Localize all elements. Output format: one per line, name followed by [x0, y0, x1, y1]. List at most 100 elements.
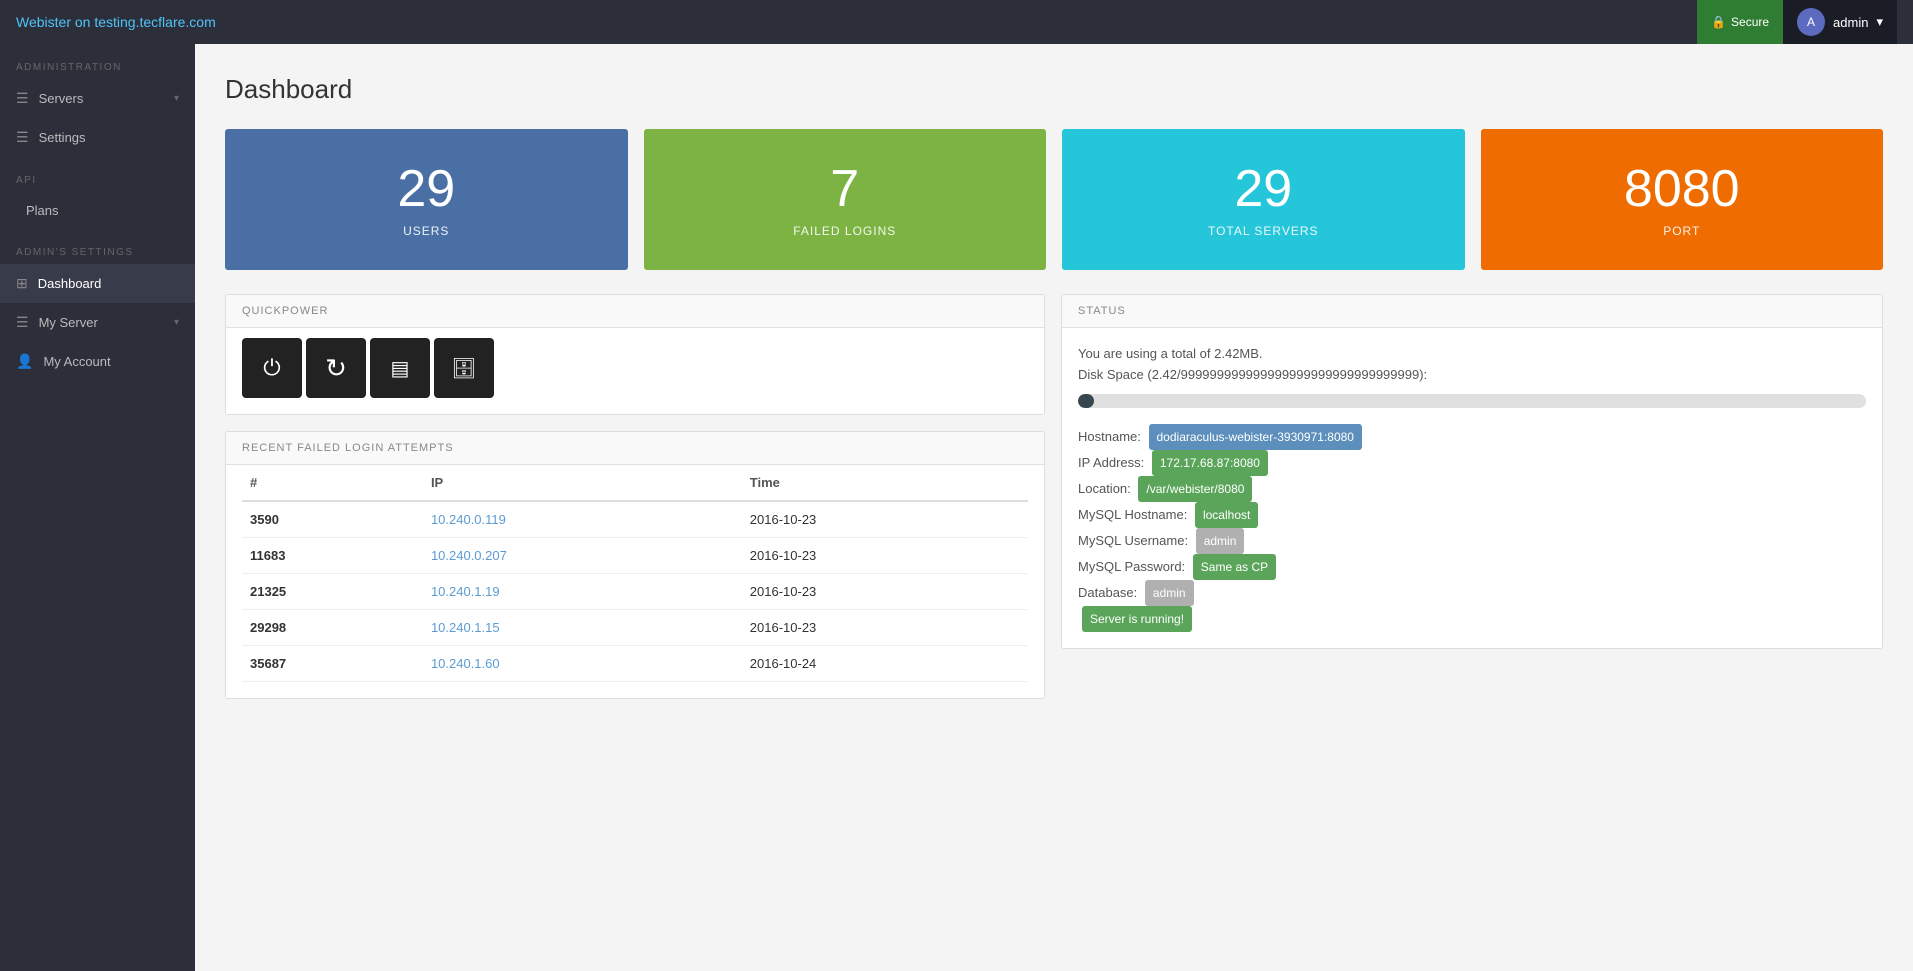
page-title: Dashboard [225, 74, 1883, 105]
topbar: Webister on testing.tecflare.com 🔒 Secur… [0, 0, 1913, 44]
brand: Webister on testing.tecflare.com [16, 14, 216, 30]
failed-logins-table: # IP Time 3590 10.240.0.119 2016-10-23 1… [242, 465, 1028, 682]
brand-prefix: Webister on [16, 14, 94, 30]
stat-number-total-servers: 29 [1234, 161, 1292, 218]
cell-ip: 10.240.1.60 [423, 646, 742, 682]
db-value: admin [1145, 580, 1194, 606]
my-server-icon: ☰ [16, 314, 29, 331]
cell-time: 2016-10-23 [742, 574, 1028, 610]
stat-card-users: 29 USERS [225, 129, 628, 270]
status-body: You are using a total of 2.42MB. Disk Sp… [1062, 328, 1882, 648]
lock-icon: 🔒 [1711, 15, 1726, 29]
cell-time: 2016-10-23 [742, 501, 1028, 538]
sidebar-item-my-server[interactable]: ☰ My Server ▾ [0, 303, 195, 342]
stat-card-total-servers: 29 TOTAL SERVERS [1062, 129, 1465, 270]
disk-space-progress [1078, 394, 1866, 408]
main-content: Dashboard 29 USERS 7 FAILED LOGINS 29 TO… [195, 44, 1913, 971]
col-header-ip: IP [423, 465, 742, 501]
secure-label: Secure [1731, 15, 1769, 29]
section-label-admin-settings: ADMIN'S SETTINGS [0, 229, 195, 264]
status-header: STATUS [1062, 295, 1882, 328]
refresh-button[interactable]: ↻ [306, 338, 366, 398]
sidebar-item-servers[interactable]: ☰ Servers ▾ [0, 79, 195, 118]
cell-id: 35687 [242, 646, 423, 682]
bottom-row: QUICKPOWER ⏻ ↻ ▤ 🗄 [225, 294, 1883, 699]
servers-icon: ☰ [16, 90, 29, 107]
failed-logins-header: RECENT FAILED LOGIN ATTEMPTS [226, 432, 1044, 465]
mysql-user-value: admin [1196, 528, 1245, 554]
table-row: 35687 10.240.1.60 2016-10-24 [242, 646, 1028, 682]
cell-id: 21325 [242, 574, 423, 610]
location-row: Location: /var/webister/8080 [1078, 476, 1866, 502]
running-row: Server is running! [1078, 606, 1866, 632]
sidebar-item-label: My Account [43, 354, 110, 369]
hostname-row: Hostname: dodiaraculus-webister-3930971:… [1078, 424, 1866, 450]
hostname-label: Hostname: [1078, 429, 1141, 444]
sidebar-item-label: Dashboard [38, 276, 102, 291]
list-icon: ▤ [391, 356, 410, 381]
ip-row: IP Address: 172.17.68.87:8080 [1078, 450, 1866, 476]
database-button[interactable]: 🗄 [434, 338, 494, 398]
section-label-admin: ADMINISTRATION [0, 44, 195, 79]
sidebar-item-label: My Server [39, 315, 98, 330]
chevron-down-icon: ▾ [1876, 14, 1883, 30]
mysql-host-label: MySQL Hostname: [1078, 507, 1187, 522]
stat-label-failed-logins: FAILED LOGINS [793, 224, 896, 238]
power-icon: ⏻ [263, 355, 280, 381]
topbar-right: 🔒 Secure A admin ▾ [1697, 0, 1897, 44]
refresh-icon: ↻ [325, 353, 347, 384]
stat-label-total-servers: TOTAL SERVERS [1208, 224, 1319, 238]
cell-ip: 10.240.0.207 [423, 538, 742, 574]
table-row: 3590 10.240.0.119 2016-10-23 [242, 501, 1028, 538]
cell-id: 29298 [242, 610, 423, 646]
hostname-value: dodiaraculus-webister-3930971:8080 [1149, 424, 1362, 450]
stat-number-port: 8080 [1624, 161, 1740, 218]
location-value: /var/webister/8080 [1138, 476, 1252, 502]
cell-ip: 10.240.0.119 [423, 501, 742, 538]
mysql-host-value: localhost [1195, 502, 1258, 528]
sidebar-item-plans[interactable]: Plans [0, 192, 195, 229]
status-info: Hostname: dodiaraculus-webister-3930971:… [1078, 424, 1866, 632]
status-panel: STATUS You are using a total of 2.42MB. … [1061, 294, 1883, 649]
table-row: 21325 10.240.1.19 2016-10-23 [242, 574, 1028, 610]
col-header-id: # [242, 465, 423, 501]
cell-time: 2016-10-23 [742, 610, 1028, 646]
list-button[interactable]: ▤ [370, 338, 430, 398]
quickpower-icons: ⏻ ↻ ▤ 🗄 [226, 328, 1044, 414]
sidebar: ADMINISTRATION ☰ Servers ▾ ☰ Settings AP… [0, 44, 195, 971]
sidebar-item-settings[interactable]: ☰ Settings [0, 118, 195, 157]
sidebar-item-label: Plans [26, 203, 59, 218]
disk-usage-text: You are using a total of 2.42MB. Disk Sp… [1078, 344, 1866, 386]
stat-label-users: USERS [403, 224, 449, 238]
cell-ip: 10.240.1.15 [423, 610, 742, 646]
cell-time: 2016-10-23 [742, 538, 1028, 574]
user-menu[interactable]: A admin ▾ [1783, 0, 1897, 44]
my-account-icon: 👤 [16, 353, 33, 370]
ip-value: 172.17.68.87:8080 [1152, 450, 1268, 476]
chevron-down-icon: ▾ [174, 317, 179, 328]
table-row: 11683 10.240.0.207 2016-10-23 [242, 538, 1028, 574]
sidebar-item-label: Servers [39, 91, 84, 106]
layout: ADMINISTRATION ☰ Servers ▾ ☰ Settings AP… [0, 44, 1913, 971]
power-button[interactable]: ⏻ [242, 338, 302, 398]
settings-icon: ☰ [16, 129, 29, 146]
mysql-pass-row: MySQL Password: Same as CP [1078, 554, 1866, 580]
mysql-pass-label: MySQL Password: [1078, 559, 1185, 574]
sidebar-item-my-account[interactable]: 👤 My Account [0, 342, 195, 381]
stats-row: 29 USERS 7 FAILED LOGINS 29 TOTAL SERVER… [225, 129, 1883, 270]
ip-label: IP Address: [1078, 455, 1144, 470]
stat-card-port: 8080 PORT [1481, 129, 1884, 270]
stat-number-failed-logins: 7 [830, 161, 859, 218]
db-label: Database: [1078, 585, 1137, 600]
quickpower-panel: QUICKPOWER ⏻ ↻ ▤ 🗄 [225, 294, 1045, 415]
sidebar-item-dashboard[interactable]: ⊞ Dashboard [0, 264, 195, 303]
db-row: Database: admin [1078, 580, 1866, 606]
section-label-api: API [0, 157, 195, 192]
running-label: Server is running! [1082, 606, 1192, 632]
failed-logins-panel: RECENT FAILED LOGIN ATTEMPTS # IP Time [225, 431, 1045, 699]
secure-badge: 🔒 Secure [1697, 0, 1783, 44]
failed-logins-table-wrap: # IP Time 3590 10.240.0.119 2016-10-23 1… [226, 465, 1044, 698]
cell-id: 11683 [242, 538, 423, 574]
table-row: 29298 10.240.1.15 2016-10-23 [242, 610, 1028, 646]
stat-card-failed-logins: 7 FAILED LOGINS [644, 129, 1047, 270]
